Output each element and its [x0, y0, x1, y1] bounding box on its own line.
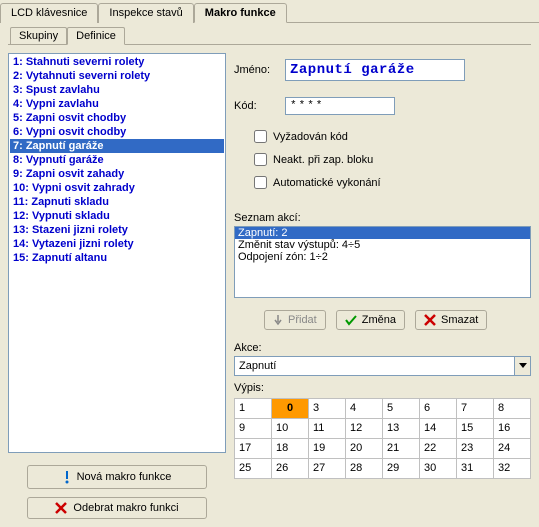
grid-cell[interactable]: 30 — [420, 459, 457, 479]
grid-cell[interactable]: 19 — [309, 439, 346, 459]
delete-action-label: Smazat — [441, 314, 478, 326]
name-label: Jméno: — [234, 64, 279, 76]
vypis-grid[interactable]: 10345678 910111213141516 1718192021222324 2… — [234, 398, 531, 479]
new-macro-label: Nová makro funkce — [77, 471, 172, 483]
grid-cell[interactable]: 25 — [235, 459, 272, 479]
grid-cell[interactable]: 23 — [457, 439, 494, 459]
macro-item[interactable]: 14: Vytazeni jizni rolety — [10, 237, 224, 251]
main-tab-1[interactable]: Inspekce stavů — [98, 3, 193, 23]
grid-cell[interactable]: 6 — [420, 399, 457, 419]
grid-cell[interactable]: 10 — [272, 419, 309, 439]
auto-exec-checkbox[interactable] — [254, 176, 267, 189]
actions-list-label: Seznam akcí: — [234, 212, 531, 224]
macro-item[interactable]: 5: Zapni osvit chodby — [10, 111, 224, 125]
macro-item[interactable]: 12: Vypnuti skladu — [10, 209, 224, 223]
chevron-down-icon[interactable] — [514, 357, 530, 375]
delete-action-button[interactable]: Smazat — [415, 310, 487, 330]
sub-tab-0[interactable]: Skupiny — [10, 27, 67, 45]
name-input[interactable] — [285, 59, 465, 81]
action-row[interactable]: Zapnutí: 2 — [235, 227, 530, 239]
grid-cell[interactable]: 12 — [346, 419, 383, 439]
new-macro-button[interactable]: Nová makro funkce — [27, 465, 207, 489]
macro-item[interactable]: 4: Vypni zavlahu — [10, 97, 224, 111]
grid-cell[interactable]: 18 — [272, 439, 309, 459]
grid-cell[interactable]: 1 — [235, 399, 272, 419]
x-red-icon — [55, 502, 67, 514]
grid-cell[interactable]: 8 — [494, 399, 531, 419]
grid-cell[interactable]: 7 — [457, 399, 494, 419]
grid-cell[interactable]: 4 — [346, 399, 383, 419]
macro-list[interactable]: 1: Stahnuti severni rolety2: Vytahnuti s… — [8, 53, 226, 453]
grid-cell[interactable]: 24 — [494, 439, 531, 459]
macro-item[interactable]: 10: Vypni osvit zahrady — [10, 181, 224, 195]
action-row[interactable]: Změnit stav výstupů: 4÷5 — [235, 239, 530, 251]
main-tab-2[interactable]: Makro funkce — [194, 3, 287, 23]
main-tabs: LCD klávesniceInspekce stavůMakro funkce — [0, 0, 539, 23]
macro-item[interactable]: 8: Vypnutí garáže — [10, 153, 224, 167]
macro-item[interactable]: 11: Zapnuti skladu — [10, 195, 224, 209]
require-code-checkbox[interactable] — [254, 130, 267, 143]
vypis-label: Výpis: — [234, 382, 531, 394]
grid-cell[interactable]: 14 — [420, 419, 457, 439]
grid-cell[interactable]: 9 — [235, 419, 272, 439]
down-arrow-icon — [273, 314, 283, 326]
remove-macro-label: Odebrat makro funkci — [73, 502, 178, 514]
main-tab-0[interactable]: LCD klávesnice — [0, 3, 98, 23]
akce-value: Zapnutí — [235, 358, 280, 374]
grid-cell[interactable]: 0 — [272, 399, 309, 419]
remove-macro-button[interactable]: Odebrat makro funkci — [27, 497, 207, 519]
change-action-button[interactable]: Změna — [336, 310, 405, 330]
macro-item[interactable]: 2: Vytahnuti severni rolety — [10, 69, 224, 83]
inactive-block-checkbox[interactable] — [254, 153, 267, 166]
grid-cell[interactable]: 22 — [420, 439, 457, 459]
grid-cell[interactable]: 5 — [383, 399, 420, 419]
grid-cell[interactable]: 20 — [346, 439, 383, 459]
akce-label: Akce: — [234, 342, 531, 354]
macro-item[interactable]: 6: Vypni osvit chodby — [10, 125, 224, 139]
check-icon — [345, 314, 357, 326]
code-label: Kód: — [234, 100, 279, 112]
grid-cell[interactable]: 28 — [346, 459, 383, 479]
inactive-block-label: Neakt. při zap. bloku — [273, 154, 373, 166]
code-input[interactable] — [285, 97, 395, 115]
add-action-button[interactable]: Přidat — [264, 310, 326, 330]
grid-cell[interactable]: 32 — [494, 459, 531, 479]
macro-item[interactable]: 15: Zapnutí altanu — [10, 251, 224, 265]
sub-tabs: SkupinyDefinice — [0, 23, 539, 44]
grid-cell[interactable]: 16 — [494, 419, 531, 439]
macro-item[interactable]: 3: Spust zavlahu — [10, 83, 224, 97]
akce-combobox[interactable]: Zapnutí — [234, 356, 531, 376]
grid-cell[interactable]: 15 — [457, 419, 494, 439]
grid-cell[interactable]: 31 — [457, 459, 494, 479]
x-red-icon — [424, 314, 436, 326]
sub-tab-1[interactable]: Definice — [67, 27, 125, 45]
change-action-label: Změna — [362, 314, 396, 326]
grid-cell[interactable]: 17 — [235, 439, 272, 459]
grid-cell[interactable]: 27 — [309, 459, 346, 479]
grid-cell[interactable]: 26 — [272, 459, 309, 479]
macro-item[interactable]: 1: Stahnuti severni rolety — [10, 55, 224, 69]
actions-list[interactable]: Zapnutí: 2Změnit stav výstupů: 4÷5Odpoje… — [234, 226, 531, 298]
grid-cell[interactable]: 21 — [383, 439, 420, 459]
grid-cell[interactable]: 3 — [309, 399, 346, 419]
grid-cell[interactable]: 29 — [383, 459, 420, 479]
auto-exec-label: Automatické vykonání — [273, 177, 381, 189]
grid-cell[interactable]: 13 — [383, 419, 420, 439]
grid-cell[interactable]: 11 — [309, 419, 346, 439]
add-action-label: Přidat — [288, 314, 317, 326]
action-row[interactable]: Odpojení zón: 1÷2 — [235, 251, 530, 263]
macro-item[interactable]: 7: Zapnutí garáže — [10, 139, 224, 153]
exclaim-icon — [63, 470, 71, 484]
require-code-label: Vyžadován kód — [273, 131, 348, 143]
macro-item[interactable]: 9: Zapni osvit zahady — [10, 167, 224, 181]
macro-item[interactable]: 13: Stazeni jizni rolety — [10, 223, 224, 237]
